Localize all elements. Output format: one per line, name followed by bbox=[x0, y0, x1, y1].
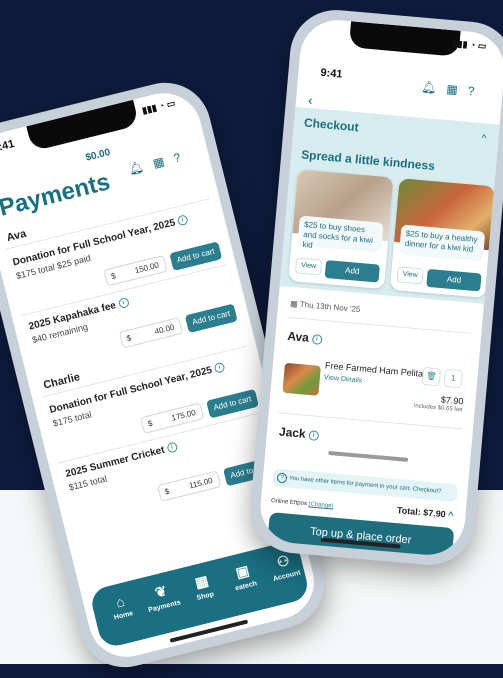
info-icon[interactable]: i bbox=[311, 333, 323, 345]
kindness-card-text: $25 to buy a healthy dinner for a kiwi k… bbox=[398, 224, 486, 262]
info-icon[interactable]: i bbox=[166, 441, 179, 455]
bell-icon[interactable]: 🔔︎ bbox=[127, 157, 155, 177]
header-icons: 🔔︎▦? bbox=[421, 80, 485, 99]
info-icon[interactable]: i bbox=[117, 297, 130, 310]
balance: $0.00 bbox=[84, 146, 112, 164]
view-button[interactable]: View bbox=[396, 266, 424, 285]
kindness-card: $25 to buy shoes and socks for a kiwi ki… bbox=[288, 169, 394, 290]
add-to-cart-button[interactable]: Add to cart bbox=[184, 303, 238, 334]
status-time: 9:41 bbox=[319, 66, 343, 81]
view-details-link[interactable]: View Details bbox=[324, 374, 363, 384]
kindness-card-text: $25 to buy shoes and socks for a kiwi ki… bbox=[297, 215, 384, 253]
bell-icon[interactable]: 🔔︎ bbox=[421, 80, 447, 96]
amount-field[interactable]: $40.00 bbox=[118, 317, 184, 349]
tab-payments[interactable]: ❦ Payments bbox=[140, 579, 185, 615]
payment-method: Online Eftpos (Change) bbox=[270, 498, 334, 510]
chevron-up-icon[interactable]: ^ bbox=[481, 133, 487, 144]
signal-icon: ▮▮▮ ◔ ▭ bbox=[140, 97, 177, 116]
order-total: Total: $7.90 ^ bbox=[396, 505, 454, 521]
info-icon[interactable]: i bbox=[213, 362, 226, 375]
change-link[interactable]: (Change) bbox=[308, 501, 333, 509]
help-icon[interactable]: ? bbox=[467, 84, 485, 99]
sheet-handle[interactable] bbox=[327, 450, 408, 462]
page-title: Payments bbox=[0, 168, 113, 222]
student-name: Ava i bbox=[287, 329, 323, 346]
chevron-up-icon[interactable]: ^ bbox=[448, 510, 454, 520]
add-button[interactable]: Add bbox=[324, 259, 380, 283]
delivery-date: ▦ Thu 13th Nov '25 bbox=[289, 299, 361, 315]
home-icon: ⌂ bbox=[114, 592, 127, 611]
signal-icon: ▮▮▮ ◔ ▭ bbox=[452, 38, 487, 52]
student-name: Jack i bbox=[278, 425, 319, 442]
amount-field[interactable]: $115.00 bbox=[157, 470, 222, 502]
trash-icon[interactable]: 🗑︎ bbox=[421, 366, 442, 387]
food-image bbox=[282, 362, 321, 396]
notch bbox=[348, 21, 461, 57]
shop-icon: ▦ bbox=[193, 572, 210, 591]
quantity-stepper[interactable]: 1 bbox=[443, 368, 464, 389]
student-name: Ava bbox=[5, 227, 28, 245]
status-time: 9:41 bbox=[0, 137, 16, 155]
back-button[interactable]: ‹ bbox=[307, 92, 313, 108]
food-price: $7.90 bbox=[440, 394, 464, 407]
checkout-screen: 9:41 ▮▮▮ ◔ ▭ 🔔︎▦? ‹ Checkout ^ Spread a … bbox=[257, 17, 503, 558]
tab-shop[interactable]: ▦ Shop bbox=[180, 569, 225, 605]
view-button[interactable]: View bbox=[294, 257, 323, 276]
box-icon: ▣ bbox=[234, 561, 251, 581]
info-icon[interactable]: i bbox=[176, 214, 189, 227]
kindness-card: $25 to buy a healthy dinner for a kiwi k… bbox=[389, 178, 496, 299]
add-button[interactable]: Add bbox=[426, 268, 482, 292]
school-icon[interactable]: ▦ bbox=[446, 82, 468, 98]
help-icon[interactable]: ? bbox=[172, 148, 192, 166]
header-icons: 🔔︎▦? bbox=[127, 148, 192, 177]
place-order-button[interactable]: Top up & place order bbox=[267, 512, 455, 558]
cart-notice[interactable]: ? You have other items for payment in you… bbox=[272, 468, 459, 503]
help-icon: ? bbox=[276, 472, 288, 484]
info-icon[interactable]: i bbox=[308, 429, 319, 441]
tab-home[interactable]: ⌂ Home bbox=[99, 589, 144, 624]
tab-eatech[interactable]: ▣ eatech bbox=[221, 559, 266, 595]
